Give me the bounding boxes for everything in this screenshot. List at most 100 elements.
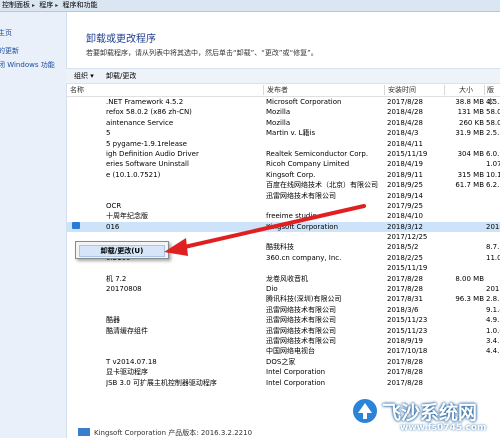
program-row[interactable]: 机 7.2 龙卷风收音机 2017/8/28 8.00 MB: [66, 274, 500, 284]
program-row[interactable]: 20170808 Dio 2017/8/28 2017: [66, 284, 500, 294]
program-version-cell: 58.0: [486, 118, 500, 127]
program-size-cell: 96.3 MB: [455, 295, 484, 304]
program-row[interactable]: JSB 3.0 可扩展主机控制器驱动程序 Intel Corporation 201…: [66, 378, 500, 388]
program-name-cell: eries Software Uninstall: [106, 160, 189, 169]
program-row[interactable]: eries Software Uninstall Ricoh Company Li…: [66, 159, 500, 169]
program-installed-on-cell: 2018/4/28: [387, 108, 423, 117]
breadcrumb-item-programs[interactable]: 程序: [37, 0, 55, 11]
program-row[interactable]: 腾讯科技(深圳)有限公司 2017/8/31 96.3 MB 2.8.: [66, 294, 500, 304]
view-installed-updates-link[interactable]: 的更新: [0, 46, 19, 56]
details-status-text: Kingsoft Corporation 产品版本: 2016.3.2.2210: [94, 429, 253, 437]
program-installed-on-cell: 2018/4/3: [387, 129, 419, 138]
control-panel-home-link[interactable]: 主页: [0, 28, 12, 38]
program-publisher-cell: Kingsoft Corp.: [266, 170, 316, 179]
program-row[interactable]: 迅雷网络技术有限公司 2018/3/6 9.1.4: [66, 305, 500, 315]
program-row[interactable]: 迅雷网络技术有限公司 2018/9/19 3.4.1: [66, 336, 500, 346]
program-name-cell: 机 7.2: [106, 274, 127, 283]
program-publisher-cell: 中国网络电视台: [266, 347, 315, 356]
column-size-header[interactable]: 大小: [459, 84, 473, 96]
program-row[interactable]: 5 pygame-1.9.1release 2018/4/11: [66, 139, 500, 149]
column-header-row: 名称 发布者 安装时间 大小 版本: [66, 84, 500, 106]
program-size-cell: 260 KB: [459, 118, 484, 127]
site-watermark: 飞沙系统网 www.fs0745.com: [350, 392, 500, 438]
turn-windows-features-link[interactable]: 闭 Windows 功能: [0, 60, 55, 70]
program-installed-on-cell: 2018/3/6: [387, 305, 419, 314]
program-version-cell: 4.9.1: [486, 316, 500, 325]
column-divider[interactable]: [384, 85, 385, 95]
watermark-title: 飞沙系统网: [382, 402, 478, 424]
program-installed-on-cell: 2017/8/28: [387, 285, 423, 294]
program-name-cell: JSB 3.0 可扩展主机控制器驱动程序: [106, 378, 217, 387]
breadcrumb-item-programs-features[interactable]: 程序和功能: [61, 0, 100, 11]
program-version-cell: 9.1.4: [486, 305, 500, 314]
program-name-cell: 20170808: [106, 285, 142, 294]
program-row[interactable]: 中国网络电视台 2017/10/18 4.4.1: [66, 346, 500, 356]
uninstall-change-button[interactable]: 卸载/更改: [106, 69, 136, 83]
program-installed-on-cell: 2018/4/10: [387, 212, 423, 221]
column-installed-on-header[interactable]: 安装时间: [388, 84, 416, 96]
page-description: 若要卸载程序，请从列表中将其选中，然后单击“卸载”、“更改”或“修复”。: [86, 49, 318, 57]
program-publisher-cell: DOS之家: [266, 357, 296, 366]
program-row[interactable]: 酷器 迅雷网络技术有限公司 2015/11/23 4.9.1: [66, 315, 500, 325]
program-name-cell: e (10.1.0.7521): [106, 170, 161, 179]
column-publisher-header[interactable]: 发布者: [267, 84, 288, 96]
toolbar: 组织 ▾ 卸载/更改: [66, 68, 500, 84]
program-publisher-cell: 迅雷网络技术有限公司: [266, 305, 336, 314]
program-publisher-cell: Realtek Semiconductor Corp.: [266, 149, 369, 158]
program-row[interactable]: refox 58.0.2 (x86 zh-CN) Mozilla 2018/4/28…: [66, 107, 500, 117]
program-publisher-cell: 龙卷风收音机: [266, 274, 308, 283]
program-name-cell: 5 pygame-1.9.1release: [106, 139, 187, 148]
left-navigation-pane: 主页 的更新 闭 Windows 功能: [0, 12, 67, 438]
program-installed-on-cell: 2017/12/25: [387, 233, 428, 242]
watermark-logo-icon: [351, 397, 379, 425]
column-divider[interactable]: [484, 85, 485, 95]
address-bar[interactable]: 控制面板 ▸ 程序 ▸ 程序和功能: [0, 0, 500, 12]
program-installed-on-cell: 2018/4/11: [387, 139, 423, 148]
program-row[interactable]: 百度在线网络技术（北京）有限公司 2018/9/25 61.7 MB 6.2.: [66, 180, 500, 190]
program-installed-on-cell: 2018/9/14: [387, 191, 423, 200]
program-row[interactable]: igh Definition Audio Driver Realtek Semic…: [66, 149, 500, 159]
program-row[interactable]: 显卡驱动程序 Intel Corporation 2017/8/28: [66, 367, 500, 377]
program-installed-on-cell: 2018/9/19: [387, 336, 423, 345]
program-installed-on-cell: 2015/11/19: [387, 264, 428, 273]
program-version-cell: 1.0.0: [486, 326, 500, 335]
program-publisher-cell: Dio: [266, 285, 278, 294]
program-row[interactable]: aintenance Service Mozilla 2018/4/28 260 KB…: [66, 118, 500, 128]
column-name-header[interactable]: 名称: [70, 84, 84, 96]
program-version-cell: 10.1: [486, 170, 500, 179]
breadcrumb-item-control-panel[interactable]: 控制面板: [0, 0, 32, 11]
program-installed-on-cell: 2018/9/25: [387, 181, 423, 190]
program-installed-on-cell: 2017/8/28: [387, 274, 423, 283]
program-name-cell: 酷器: [106, 316, 120, 325]
program-installed-on-cell: 2017/8/31: [387, 295, 423, 304]
program-publisher-cell: Mozilla: [266, 108, 291, 117]
program-name-cell: aintenance Service: [106, 118, 174, 127]
program-row[interactable]: 5 Martin v. L籍is 2018/4/3 31.9 MB 2.5.: [66, 128, 500, 138]
program-publisher-cell: Mozilla: [266, 118, 291, 127]
program-installed-on-cell: 2017/8/28: [387, 98, 423, 106]
program-installed-on-cell: 2017/10/18: [387, 347, 428, 356]
program-version-cell: 58.0: [486, 108, 500, 117]
program-publisher-cell: Ricoh Company Limited: [266, 160, 350, 169]
page-title: 卸载或更改程序: [86, 34, 156, 45]
column-divider[interactable]: [263, 85, 264, 95]
program-name-cell: 酷清缓存组件: [106, 326, 148, 335]
program-row[interactable]: T v2014.07.18 DOS之家 2017/8/28: [66, 357, 500, 367]
program-row[interactable]: 2015/11/19: [66, 263, 500, 273]
program-name-cell: igh Definition Audio Driver: [106, 149, 199, 158]
program-publisher-cell: Martin v. L籍is: [266, 129, 316, 138]
program-publisher-cell: Intel Corporation: [266, 368, 326, 377]
program-row[interactable]: 酷清缓存组件 迅雷网络技术有限公司 2015/11/23 1.0.0: [66, 326, 500, 336]
program-version-cell: 4.4.1: [486, 347, 500, 356]
program-installed-on-cell: 2017/8/28: [387, 368, 423, 377]
program-installed-on-cell: 2017/9/25: [387, 201, 423, 210]
kingsoft-icon: [78, 428, 90, 436]
program-name-cell: 5: [106, 129, 111, 138]
organize-button[interactable]: 组织 ▾: [74, 69, 94, 83]
column-divider[interactable]: [444, 85, 445, 95]
program-row[interactable]: e (10.1.0.7521) Kingsoft Corp. 2018/9/11 31…: [66, 170, 500, 180]
program-size-cell: 304 MB: [457, 149, 484, 158]
program-version-cell: 11.0: [486, 253, 500, 262]
program-row[interactable]: .NET Framework 4.5.2 Microsoft Corporatio…: [66, 97, 500, 107]
program-installed-on-cell: 2018/3/12: [387, 222, 423, 231]
